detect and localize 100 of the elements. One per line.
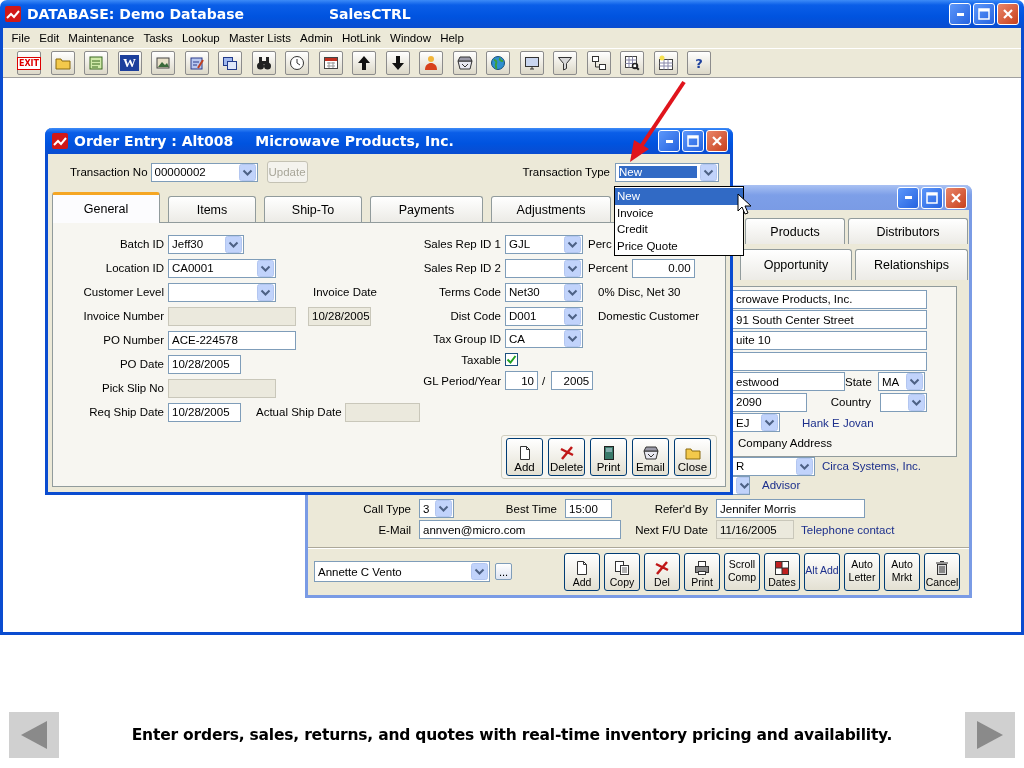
field-label: Transaction Type: [522, 166, 610, 178]
action-button[interactable]: Copy: [604, 552, 640, 591]
menu-item[interactable]: File: [7, 32, 35, 44]
field-label: PO Date: [118, 358, 164, 370]
tab[interactable]: Distributors: [848, 218, 968, 245]
tab[interactable]: Adjustments: [491, 196, 611, 222]
text-field[interactable]: 2005: [551, 371, 594, 390]
tab[interactable]: Relationships: [855, 249, 968, 280]
info-text: Circa Systems, Inc.: [822, 460, 922, 473]
text-field[interactable]: 0.00: [631, 258, 695, 278]
action-button[interactable]: Auto Mrkt: [884, 552, 920, 591]
help-button[interactable]: ?: [687, 51, 711, 75]
field-label: Transaction No: [70, 166, 148, 178]
text-field[interactable]: 91 South Center Street: [733, 310, 927, 330]
word-button[interactable]: W: [117, 51, 142, 75]
text-field[interactable]: uite 10: [733, 330, 927, 350]
slide-caption: Enter orders, sales, returns, and quotes with real-time inventory pricing and availability.: [130, 725, 894, 744]
menu-item[interactable]: Master Lists: [224, 32, 296, 44]
tab[interactable]: General: [52, 192, 160, 223]
action-button[interactable]: Auto Letter: [844, 552, 880, 591]
dropdown-field[interactable]: Annette C Vento: [314, 561, 490, 582]
field-label: Sales Rep ID 1: [422, 238, 501, 250]
field-label: Domestic Customer: [598, 310, 699, 322]
dropdown-field[interactable]: CA: [505, 329, 583, 348]
field-label: Country: [829, 396, 872, 409]
text-field[interactable]: 10/28/2005: [168, 354, 241, 374]
field-label: Call Type: [362, 502, 412, 515]
menu-item[interactable]: Admin: [295, 32, 338, 44]
tab[interactable]: Ship-To: [264, 196, 362, 222]
menu-item[interactable]: Window: [385, 32, 436, 44]
text-field[interactable]: 15:00: [565, 499, 612, 518]
field-label: Tax Group ID: [432, 332, 501, 345]
field-label: Location ID: [104, 262, 164, 274]
text-field[interactable]: 10/28/2005: [168, 402, 241, 422]
field-label: GL Period/Year: [422, 374, 501, 387]
action-button[interactable]: Dates: [764, 552, 800, 591]
info-text: Advisor: [762, 479, 801, 492]
field-label: Req Ship Date: [88, 406, 164, 418]
text-field[interactable]: ACE-224578: [168, 330, 296, 350]
menu-item[interactable]: Edit: [34, 32, 64, 44]
dropdown-field[interactable]: EJ: [733, 413, 780, 433]
dropdown-field[interactable]: 00000002: [150, 162, 258, 182]
menu-item[interactable]: Tasks: [138, 32, 178, 44]
dropdown-field[interactable]: MA: [878, 372, 925, 392]
text-field[interactable]: crowave Products, Inc.: [733, 289, 927, 309]
action-button[interactable]: Scroll Comp: [724, 552, 760, 591]
field-label: Terms Code: [438, 286, 501, 298]
browse-button[interactable]: ...: [495, 563, 512, 580]
dropdown-field[interactable]: Jeff30: [168, 234, 244, 254]
field-label: Customer Level: [82, 286, 164, 298]
exit-button[interactable]: EXIT: [17, 51, 41, 75]
text-field[interactable]: annven@micro.com: [419, 520, 621, 539]
field-label: Taxable: [460, 353, 501, 366]
action-button[interactable]: Email: [632, 438, 669, 476]
dropdown-field[interactable]: CA0001: [168, 258, 276, 278]
field-label: /: [542, 374, 546, 387]
window-title: DATABASE: Demo Database: [27, 6, 244, 22]
action-button[interactable]: Add: [506, 438, 543, 476]
action-button[interactable]: Add: [564, 552, 600, 591]
dropdown-field[interactable]: GJL: [505, 234, 583, 254]
field-label: Company Address: [738, 437, 832, 450]
dropdown-field[interactable]: Net30: [505, 282, 583, 302]
field-label: Pick Slip No: [101, 382, 164, 394]
info-text: Telephone contact: [801, 523, 895, 536]
product-name: SalesCTRL: [329, 6, 411, 22]
menu-item[interactable]: Lookup: [177, 32, 225, 44]
field-label: 0% Disc, Net 30: [598, 286, 681, 298]
field-label: Actual Ship Date: [256, 406, 342, 418]
dropdown-field[interactable]: D001: [505, 306, 583, 326]
menu-item[interactable]: Maintenance: [63, 32, 139, 44]
tab[interactable]: Payments: [370, 196, 483, 222]
text-field[interactable]: Jennifer Morris: [716, 499, 865, 518]
action-button[interactable]: Alt Add: [804, 552, 840, 591]
tab[interactable]: Items: [168, 196, 256, 222]
field-label: Refer'd By: [653, 502, 709, 515]
action-button[interactable]: Del: [644, 552, 680, 591]
tab[interactable]: Opportunity: [740, 249, 852, 280]
action-button[interactable]: Print: [684, 552, 720, 591]
dropdown-field[interactable]: New: [615, 162, 719, 182]
action-button[interactable]: Cancel: [924, 552, 960, 591]
dropdown-option[interactable]: New: [615, 188, 743, 205]
field-label: Batch ID: [118, 238, 164, 250]
text-field[interactable]: estwood: [733, 372, 845, 392]
menu-item[interactable]: Help: [435, 32, 469, 44]
tab[interactable]: Products: [745, 218, 845, 245]
dropdown-option[interactable]: Price Quote: [615, 237, 743, 254]
text-field[interactable]: 10: [505, 371, 538, 390]
field-label: Next F/U Date: [634, 523, 709, 536]
dropdown-field[interactable]: 3: [419, 499, 454, 518]
action-button[interactable]: Close: [674, 438, 711, 476]
action-button[interactable]: Delete: [548, 438, 585, 476]
dropdown-option[interactable]: Credit: [615, 221, 743, 238]
info-text: Hank E Jovan: [802, 416, 874, 429]
field-label: State: [845, 375, 873, 388]
action-button[interactable]: Print: [590, 438, 627, 476]
field-label: Dist Code: [449, 310, 501, 322]
menu-item[interactable]: HotLink: [337, 32, 386, 44]
field-label: Percent: [588, 262, 628, 274]
field-label: Invoice Number: [82, 310, 164, 322]
text-field[interactable]: 2090: [733, 392, 807, 412]
